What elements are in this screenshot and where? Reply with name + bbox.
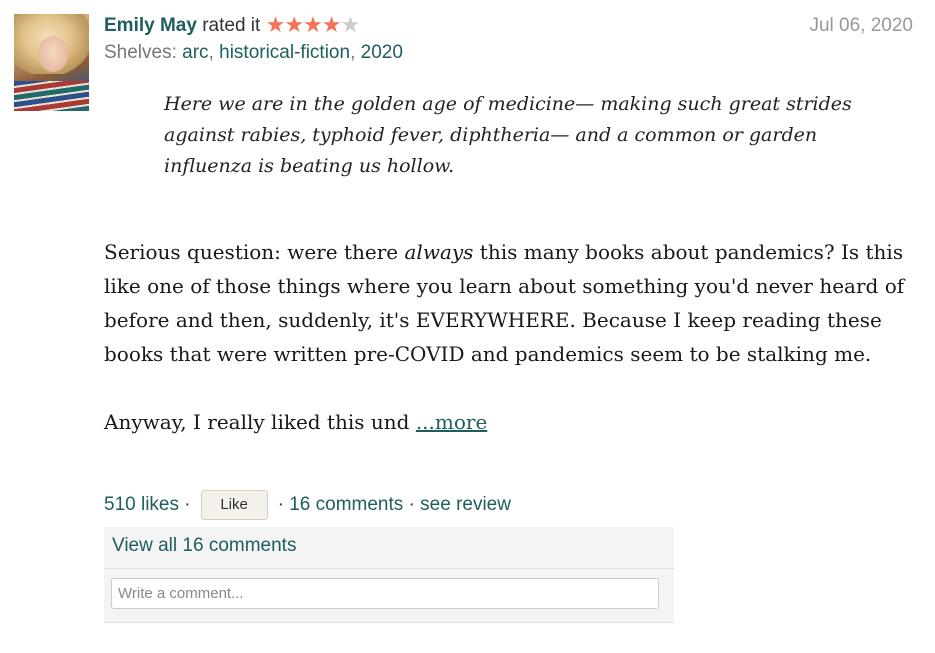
comments-link[interactable]: 16 comments xyxy=(289,492,403,518)
comments-box: View all 16 comments xyxy=(104,527,674,623)
shelf-separator: , xyxy=(350,42,361,63)
review-date[interactable]: Jul 06, 2020 xyxy=(809,15,913,37)
shelves-line: Shelves: arc, historical-fiction, 2020 xyxy=(104,40,403,66)
shelves-label: Shelves: xyxy=(104,42,183,63)
paragraph-text: Anyway, I really liked this und xyxy=(104,410,416,434)
divider xyxy=(104,568,674,569)
review-quote: Here we are in the golden age of medicin… xyxy=(164,93,852,177)
username-link[interactable]: Emily May xyxy=(104,15,197,36)
dot-separator: · xyxy=(403,494,421,515)
review-paragraph: Serious question: were there always this… xyxy=(104,235,919,371)
more-link[interactable]: ...more xyxy=(416,410,487,434)
avatar[interactable] xyxy=(14,14,89,111)
view-all-comments-link[interactable]: View all 16 comments xyxy=(112,535,296,557)
dot-separator: · xyxy=(179,494,191,515)
review-header: Emily May rated it ★★★★★ xyxy=(104,12,361,39)
avatar-books xyxy=(14,81,89,111)
star-icon-filled[interactable]: ★ xyxy=(284,12,304,37)
rated-text: rated it xyxy=(196,15,266,36)
shelf-separator: , xyxy=(208,42,220,63)
avatar-face xyxy=(38,36,68,72)
emphasized-text: always xyxy=(404,240,474,264)
review-body: Serious question: were there always this… xyxy=(104,235,919,473)
review-paragraph: Anyway, I really liked this und ...more xyxy=(104,405,919,439)
comment-input[interactable] xyxy=(111,578,659,609)
star-icon-filled[interactable]: ★ xyxy=(266,12,286,37)
star-rating: ★★★★★ xyxy=(266,12,361,38)
likes-count-link[interactable]: 510 likes xyxy=(104,492,179,518)
like-button[interactable]: Like xyxy=(200,490,268,520)
dot-separator: · xyxy=(277,494,290,515)
star-icon-filled[interactable]: ★ xyxy=(322,12,342,37)
paragraph-text: Serious question: were there xyxy=(104,240,405,264)
star-icon-empty[interactable]: ★ xyxy=(341,12,361,37)
see-review-link[interactable]: see review xyxy=(420,492,511,518)
shelf-link-historical-fiction[interactable]: historical-fiction xyxy=(219,42,350,63)
star-icon-filled[interactable]: ★ xyxy=(303,12,323,37)
shelf-link-2020[interactable]: 2020 xyxy=(361,42,403,63)
shelf-link-arc[interactable]: arc xyxy=(182,42,208,63)
review-actions: 510 likes · Like · 16 comments · see rev… xyxy=(104,490,511,520)
